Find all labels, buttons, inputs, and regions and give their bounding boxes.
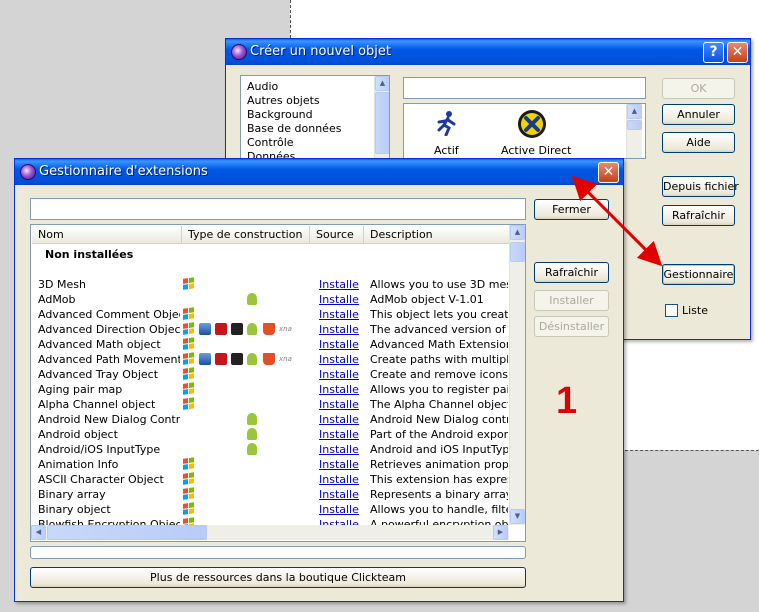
annotation-arrow-icon	[571, 175, 663, 267]
